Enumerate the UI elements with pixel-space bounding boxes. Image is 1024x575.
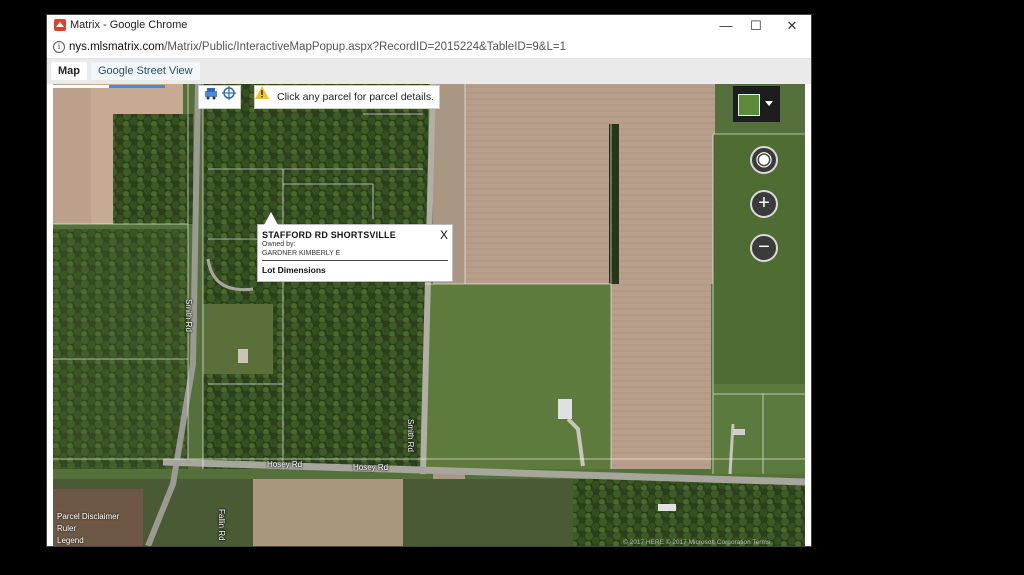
close-window-button[interactable]: ✕ xyxy=(777,15,807,37)
map-layer-switcher[interactable] xyxy=(733,86,780,122)
select-parcel-icon[interactable] xyxy=(204,86,218,100)
satellite-imagery xyxy=(53,84,805,546)
minimize-button[interactable]: — xyxy=(711,15,741,37)
road-label-smith-1: Smith Rd xyxy=(184,299,193,332)
lot-dimensions-link[interactable]: Lot Dimensions xyxy=(262,265,326,275)
window-title: Matrix - Google Chrome xyxy=(70,19,188,31)
road-label-fallin: Fallin Rd xyxy=(217,509,226,541)
legend-link[interactable]: Legend xyxy=(57,536,84,545)
popup-divider xyxy=(262,260,448,261)
map-canvas[interactable]: Click any parcel for parcel details. ◉ +… xyxy=(53,84,805,546)
url-path: /Matrix/Public/InteractiveMapPopup.aspx?… xyxy=(164,41,566,53)
parcel-hint: Click any parcel for parcel details. xyxy=(254,85,440,109)
ruler-link[interactable]: Ruler xyxy=(57,524,76,533)
app-logo-icon xyxy=(54,19,66,31)
chevron-down-icon xyxy=(765,101,773,106)
road-label-hosey-1: Hosey Rd xyxy=(267,460,303,469)
locate-button[interactable]: ◉ xyxy=(750,146,778,174)
parcel-disclaimer-link[interactable]: Parcel Disclaimer xyxy=(57,512,119,521)
owned-by-label: Owned by: xyxy=(262,241,296,248)
tab-google-street-view[interactable]: Google Street View xyxy=(91,62,200,80)
map-tab-strip: Map Google Street View xyxy=(47,59,811,84)
tab-map[interactable]: Map xyxy=(51,62,87,80)
address-bar[interactable]: i nys.mlsmatrix.com/Matrix/Public/Intera… xyxy=(47,37,811,59)
crosshair-icon[interactable] xyxy=(222,86,236,100)
road-label-smith-2: Smith Rd xyxy=(406,419,415,452)
url-host: nys.mlsmatrix.com xyxy=(69,41,165,53)
parcel-popup: STAFFORD RD SHORTSVILLE X Owned by: GARD… xyxy=(257,212,453,282)
zoom-out-button[interactable]: − xyxy=(750,234,778,262)
owner-name: GARDNER KIMBERLY E xyxy=(262,250,341,257)
parcel-title: STAFFORD RD SHORTSVILLE xyxy=(262,230,396,240)
map-copyright: © 2017 HERE © 2017 Microsoft Corporation… xyxy=(623,539,771,546)
popup-close-button[interactable]: X xyxy=(440,228,448,242)
maximize-button[interactable]: ☐ xyxy=(741,15,771,37)
url-text[interactable]: nys.mlsmatrix.com/Matrix/Public/Interact… xyxy=(69,41,566,53)
map-scale-bar xyxy=(53,85,165,88)
zoom-in-button[interactable]: + xyxy=(750,190,778,218)
warning-icon xyxy=(255,86,269,99)
map-toolbox xyxy=(198,85,241,109)
browser-window: Matrix - Google Chrome — ☐ ✕ i nys.mlsma… xyxy=(47,15,811,546)
title-bar[interactable]: Matrix - Google Chrome — ☐ ✕ xyxy=(47,15,811,37)
info-icon[interactable]: i xyxy=(53,41,65,53)
road-label-hosey-2: Hosey Rd xyxy=(353,463,389,472)
satellite-layer-icon xyxy=(738,94,760,116)
parcel-hint-text: Click any parcel for parcel details. xyxy=(277,91,434,103)
